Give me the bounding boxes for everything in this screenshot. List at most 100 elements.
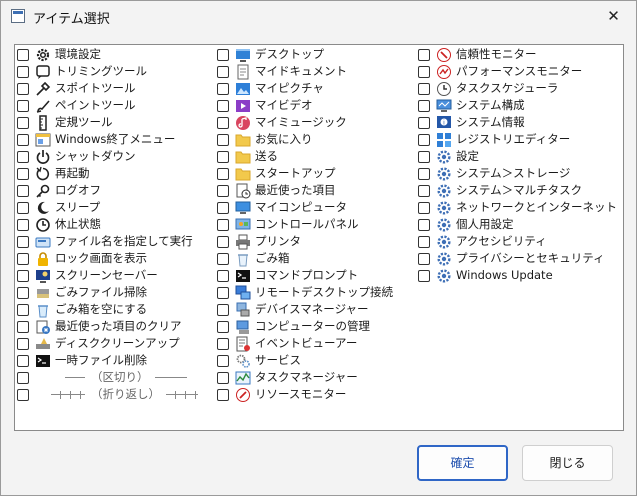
list-item[interactable]: アクセシビリティ bbox=[418, 233, 547, 250]
item-checkbox[interactable] bbox=[17, 116, 29, 129]
list-item[interactable]: シャットダウン bbox=[17, 148, 136, 165]
item-checkbox[interactable] bbox=[217, 303, 229, 316]
list-item[interactable]: デスクトップ bbox=[217, 46, 324, 63]
item-checkbox[interactable] bbox=[17, 337, 29, 350]
list-item[interactable]: 設定 bbox=[418, 148, 479, 165]
item-checkbox[interactable] bbox=[217, 320, 229, 333]
item-checkbox[interactable] bbox=[217, 337, 229, 350]
list-item[interactable]: コマンドプロンプト bbox=[217, 267, 358, 284]
item-checkbox[interactable] bbox=[418, 184, 430, 197]
list-item[interactable]: コンピューターの管理 bbox=[217, 318, 370, 335]
item-checkbox[interactable] bbox=[17, 235, 29, 248]
item-checkbox[interactable] bbox=[217, 388, 229, 401]
item-checkbox[interactable] bbox=[217, 116, 229, 129]
list-item[interactable]: リソースモニター bbox=[217, 386, 346, 403]
item-checkbox[interactable] bbox=[418, 218, 430, 231]
item-checkbox[interactable] bbox=[17, 133, 29, 146]
list-item[interactable]: 最近使った項目のクリア bbox=[17, 318, 182, 335]
list-item[interactable]: i システム情報 bbox=[418, 114, 525, 131]
list-item[interactable]: 信頼性モニター bbox=[418, 46, 537, 63]
item-checkbox[interactable] bbox=[17, 286, 29, 299]
list-item[interactable]: ごみファイル掃除 bbox=[17, 284, 147, 301]
list-item[interactable]: スリープ bbox=[17, 199, 100, 216]
list-item[interactable]: スポイトツール bbox=[17, 80, 136, 97]
ok-button[interactable]: 確定 bbox=[417, 445, 508, 481]
item-checkbox[interactable] bbox=[17, 388, 29, 401]
item-checkbox[interactable] bbox=[418, 252, 430, 265]
item-checkbox[interactable] bbox=[17, 303, 29, 316]
list-item[interactable]: 環境設定 bbox=[17, 46, 101, 63]
item-checkbox[interactable] bbox=[418, 201, 430, 214]
item-checkbox[interactable] bbox=[217, 150, 229, 163]
item-checkbox[interactable] bbox=[418, 116, 430, 129]
item-checkbox[interactable] bbox=[17, 320, 29, 333]
item-checkbox[interactable] bbox=[217, 235, 229, 248]
item-checkbox[interactable] bbox=[217, 252, 229, 265]
list-item[interactable]: Windows Update bbox=[418, 267, 553, 284]
list-item[interactable]: ロック画面を表示 bbox=[17, 250, 147, 267]
list-item[interactable]: レジストリエディター bbox=[418, 131, 570, 148]
list-item[interactable]: イベントビューアー bbox=[217, 335, 357, 352]
list-item[interactable]: システム＞ストレージ bbox=[418, 165, 570, 182]
list-item[interactable]: スクリーンセーバー bbox=[17, 267, 158, 284]
item-checkbox[interactable] bbox=[418, 48, 430, 61]
list-item[interactable]: 一時ファイル削除 bbox=[17, 352, 147, 369]
item-checkbox[interactable] bbox=[217, 269, 229, 282]
list-item[interactable]: 再起動 bbox=[17, 165, 90, 182]
list-item[interactable]: （折り返し） bbox=[17, 386, 204, 403]
list-item[interactable]: マイピクチャ bbox=[217, 80, 324, 97]
list-item[interactable]: マイドキュメント bbox=[217, 63, 347, 80]
list-item[interactable]: ごみ箱 bbox=[217, 250, 290, 267]
item-checkbox[interactable] bbox=[217, 218, 229, 231]
item-checkbox[interactable] bbox=[217, 201, 229, 214]
item-checkbox[interactable] bbox=[17, 184, 29, 197]
item-checkbox[interactable] bbox=[217, 82, 229, 95]
list-item[interactable]: マイミュージック bbox=[217, 114, 347, 131]
list-item[interactable]: 定規ツール bbox=[17, 114, 113, 131]
item-checkbox[interactable] bbox=[17, 371, 29, 384]
list-item[interactable]: コントロールパネル bbox=[217, 216, 359, 233]
list-item[interactable]: ディスククリーンアップ bbox=[17, 335, 180, 352]
list-item[interactable]: お気に入り bbox=[217, 131, 313, 148]
list-item[interactable]: 休止状態 bbox=[17, 216, 101, 233]
item-checkbox[interactable] bbox=[418, 235, 430, 248]
list-item[interactable]: タスクマネージャー bbox=[217, 369, 358, 386]
list-item[interactable]: パフォーマンスモニター bbox=[418, 63, 582, 80]
item-checkbox[interactable] bbox=[217, 167, 229, 180]
list-item[interactable]: Windows終了メニュー bbox=[17, 131, 175, 148]
list-item[interactable]: デバイスマネージャー bbox=[217, 301, 369, 318]
list-item[interactable]: システム構成 bbox=[418, 97, 525, 114]
item-checkbox[interactable] bbox=[418, 65, 430, 78]
item-checkbox[interactable] bbox=[418, 82, 430, 95]
item-checkbox[interactable] bbox=[17, 218, 29, 231]
item-checkbox[interactable] bbox=[418, 99, 430, 112]
window-close-button[interactable]: ✕ bbox=[591, 1, 636, 31]
list-item[interactable]: タスクスケジューラ bbox=[418, 80, 558, 97]
item-checkbox[interactable] bbox=[217, 99, 229, 112]
list-item[interactable]: システム＞マルチタスク bbox=[418, 182, 582, 199]
list-item[interactable]: サービス bbox=[217, 352, 301, 369]
list-item[interactable]: ログオフ bbox=[17, 182, 101, 199]
item-checkbox[interactable] bbox=[418, 167, 430, 180]
close-button[interactable]: 閉じる bbox=[522, 445, 613, 481]
item-checkbox[interactable] bbox=[418, 269, 430, 282]
list-item[interactable]: トリミングツール bbox=[17, 63, 147, 80]
item-checkbox[interactable] bbox=[217, 184, 229, 197]
item-checkbox[interactable] bbox=[217, 48, 229, 61]
item-checkbox[interactable] bbox=[17, 65, 29, 78]
list-item[interactable]: ネットワークとインターネット bbox=[418, 199, 617, 216]
item-checkbox[interactable] bbox=[17, 167, 29, 180]
list-item[interactable]: プリンタ bbox=[217, 233, 301, 250]
item-checkbox[interactable] bbox=[17, 354, 29, 367]
item-checkbox[interactable] bbox=[217, 354, 229, 367]
list-item[interactable]: 送る bbox=[217, 148, 278, 165]
list-item[interactable]: （区切り） bbox=[17, 369, 193, 386]
item-checkbox[interactable] bbox=[217, 286, 229, 299]
item-checklist[interactable]: 環境設定 トリミングツール スポイトツール ペイントツール 定規ツール Windows終了… bbox=[14, 44, 624, 431]
item-checkbox[interactable] bbox=[418, 133, 430, 146]
item-checkbox[interactable] bbox=[17, 201, 29, 214]
list-item[interactable]: マイコンピュータ bbox=[217, 199, 347, 216]
item-checkbox[interactable] bbox=[17, 82, 29, 95]
list-item[interactable]: 最近使った項目 bbox=[217, 182, 336, 199]
list-item[interactable]: マイビデオ bbox=[217, 97, 313, 114]
